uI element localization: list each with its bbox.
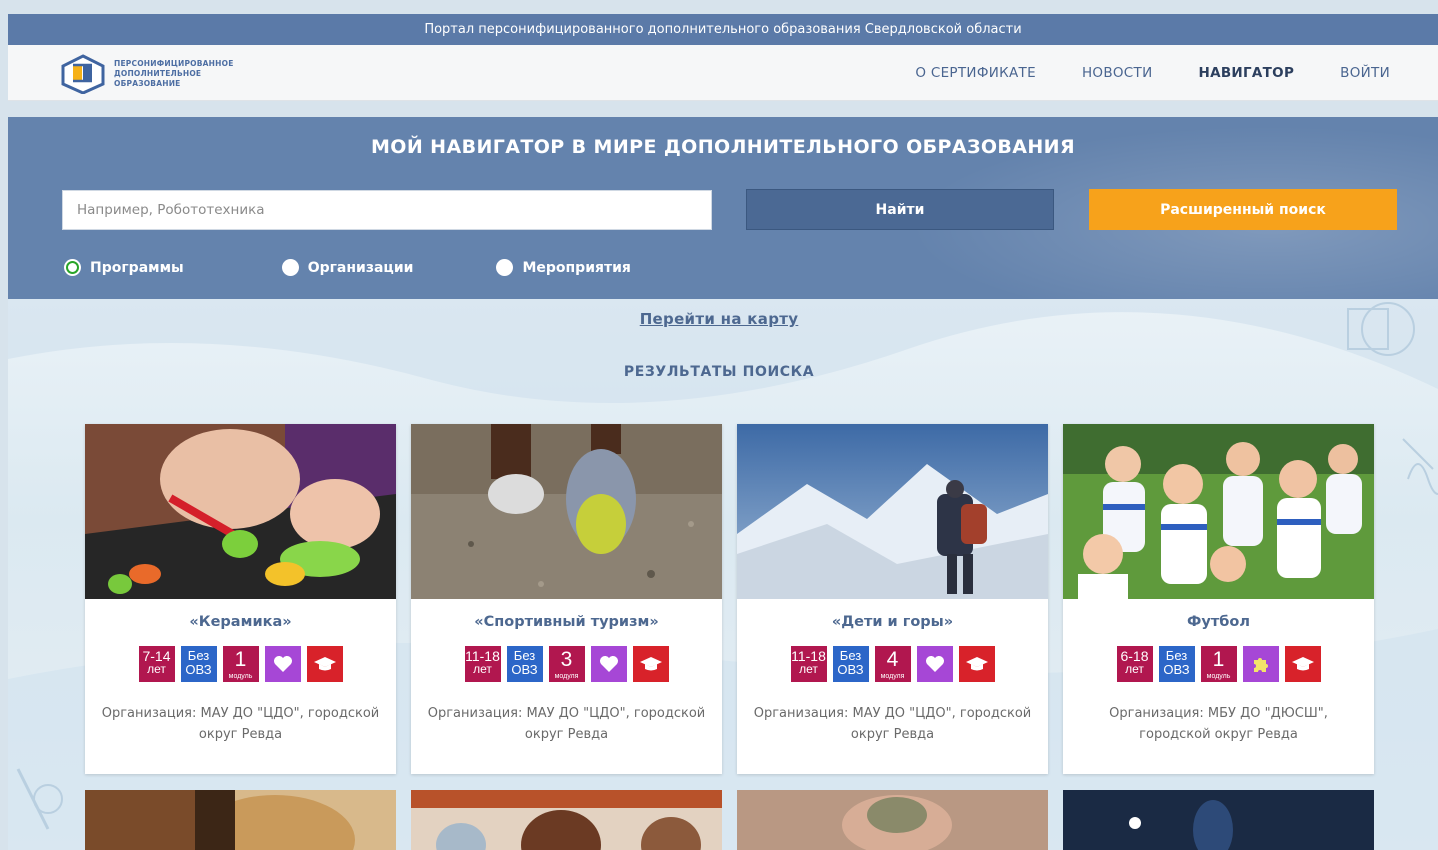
ovz-line2: ОВЗ [511,662,538,677]
ovz-badge: Без ОВЗ [1158,646,1195,682]
ovz-line2: ОВЗ [837,662,864,677]
card-image-hands-rock [737,790,1048,850]
modules-unit: модуль [228,673,253,680]
modules-badge: 4 модуля [874,646,911,682]
ovz-line2: ОВЗ [185,662,212,677]
card-title: «Керамика» [189,614,292,630]
card-organization: Организация: МАУ ДО "ЦДО", городской окр… [427,706,706,742]
card-badges: 7-14 лет Без ОВЗ 1 модуль [85,646,396,682]
program-card-partial[interactable] [737,790,1048,850]
portal-banner: Портал персонифицированного дополнительн… [8,14,1438,45]
modules-badge: 3 модуля [548,646,585,682]
heart-icon [264,646,301,682]
age-unit: лет [473,662,492,676]
advanced-search-button[interactable]: Расширенный поиск [1089,189,1397,230]
ovz-line1: Без [187,648,210,663]
map-link[interactable]: Перейти на карту [640,310,799,328]
radio-programs-label: Программы [90,259,184,276]
radio-organizations-label: Организации [307,259,414,276]
program-card[interactable]: Футбол 6-18 лет Без ОВЗ 1 модуль Организ… [1063,424,1374,774]
search-input[interactable] [62,190,712,230]
program-card-partial[interactable] [411,790,722,850]
heart-icon [916,646,953,682]
program-card[interactable]: «Керамика» 7-14 лет Без ОВЗ 1 модуль Орг… [85,424,396,774]
card-title: «Дети и горы» [831,614,954,630]
card-title: «Спортивный туризм» [474,614,659,630]
ovz-line2: ОВЗ [1163,662,1190,677]
card-badges: 11-18 лет Без ОВЗ 4 модуля [737,646,1048,682]
program-card-partial[interactable] [85,790,396,850]
modules-badge: 1 модуль [1200,646,1237,682]
nav-login[interactable]: ВОЙТИ [1340,65,1390,81]
ovz-badge: Без ОВЗ [506,646,543,682]
radio-unselected-icon [281,259,299,276]
card-image-classroom [411,790,722,850]
card-badges: 6-18 лет Без ОВЗ 1 модуль [1063,646,1374,682]
radio-organizations[interactable]: Организации [281,259,414,276]
modules-unit: модуля [880,673,905,680]
program-card-partial[interactable] [1063,790,1374,850]
results-title: РЕЗУЛЬТАТЫ ПОИСКА [623,364,815,380]
modules-unit: модуль [1206,673,1231,680]
age-unit: лет [799,662,818,676]
modules-count: 3 [560,648,573,671]
modules-unit: модуля [554,673,579,680]
ovz-line1: Без [839,648,862,663]
heart-icon [590,646,627,682]
card-image-sport-tourism [411,424,722,599]
find-button[interactable]: Найти [746,189,1054,230]
ovz-line1: Без [513,648,536,663]
header: ПЕРСОНИФИЦИРОВАННОЕ ДОПОЛНИТЕЛЬНОЕ ОБРАЗ… [8,45,1438,101]
modules-count: 1 [1212,648,1225,671]
age-badge: 11-18 лет [464,646,501,682]
card-title: Футбол [1187,614,1250,630]
graduation-cap-icon [632,646,669,682]
logo-icon [61,54,105,94]
ovz-line1: Без [1165,648,1188,663]
radio-programs[interactable]: Программы [64,259,184,276]
radio-events[interactable]: Мероприятия [496,259,631,276]
program-card[interactable]: «Дети и горы» 11-18 лет Без ОВЗ 4 модуля… [737,424,1048,774]
map-link-wrap: Перейти на карту [0,309,1438,328]
age-badge: 11-18 лет [790,646,827,682]
puzzle-icon [1242,646,1279,682]
radio-events-label: Мероприятия [522,259,631,276]
age-badge: 7-14 лет [138,646,175,682]
card-image-kids-mountains [737,424,1048,599]
card-organization: Организация: МАУ ДО "ЦДО", городской окр… [101,706,380,742]
modules-count: 1 [234,648,247,671]
card-image-night-scene [1063,790,1374,850]
card-organization: Организация: МАУ ДО "ЦДО", городской окр… [753,706,1032,742]
modules-badge: 1 модуль [222,646,259,682]
card-badges: 11-18 лет Без ОВЗ 3 модуля [411,646,722,682]
logo-text: ПЕРСОНИФИЦИРОВАННОЕ ДОПОЛНИТЕЛЬНОЕ ОБРАЗ… [114,59,234,88]
radio-selected-icon [64,259,81,276]
modules-count: 4 [886,648,899,671]
age-unit: лет [1125,662,1144,676]
ovz-badge: Без ОВЗ [832,646,869,682]
radio-unselected-icon [496,259,514,276]
nav-certificate[interactable]: О СЕРТИФИКАТЕ [915,65,1036,81]
search-title: МОЙ НАВИГАТОР В МИРЕ ДОПОЛНИТЕЛЬНОГО ОБР… [370,136,1076,158]
main-nav: О СЕРТИФИКАТЕ НОВОСТИ НАВИГАТОР ВОЙТИ [915,45,1390,101]
logo[interactable]: ПЕРСОНИФИЦИРОВАННОЕ ДОПОЛНИТЕЛЬНОЕ ОБРАЗ… [60,54,264,94]
age-badge: 6-18 лет [1116,646,1153,682]
program-card[interactable]: «Спортивный туризм» 11-18 лет Без ОВЗ 3 … [411,424,722,774]
card-image-guitar [85,790,396,850]
graduation-cap-icon [958,646,995,682]
nav-news[interactable]: НОВОСТИ [1082,65,1153,81]
card-organization: Организация: МБУ ДО "ДЮСШ", городской ок… [1109,706,1328,742]
graduation-cap-icon [306,646,343,682]
search-type-radios: Программы Организации Мероприятия [64,259,631,276]
search-panel: МОЙ НАВИГАТОР В МИРЕ ДОПОЛНИТЕЛЬНОГО ОБР… [8,117,1438,299]
card-image-ceramics [85,424,396,599]
card-image-football [1063,424,1374,599]
graduation-cap-icon [1284,646,1321,682]
age-unit: лет [147,662,166,676]
ovz-badge: Без ОВЗ [180,646,217,682]
nav-navigator[interactable]: НАВИГАТОР [1198,65,1294,81]
